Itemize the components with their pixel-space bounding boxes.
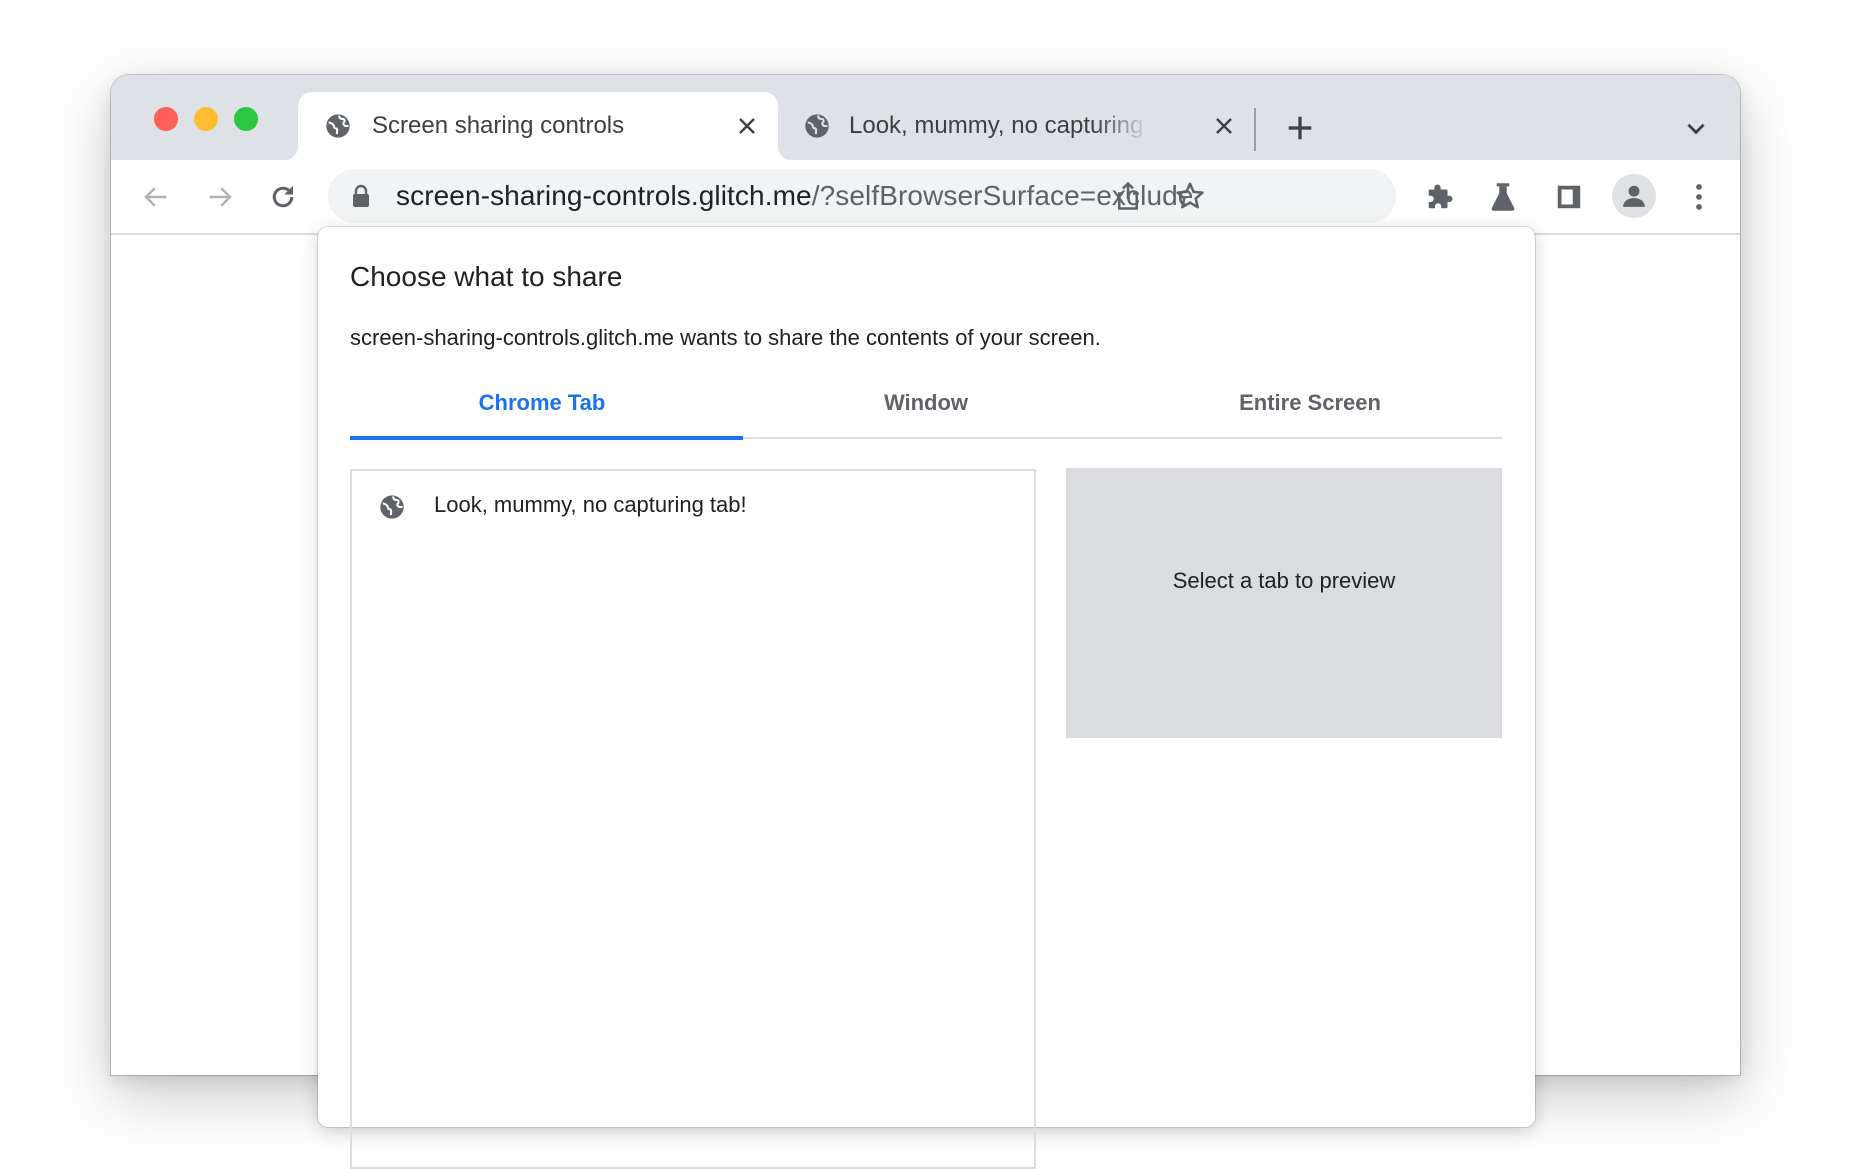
source-label: Look, mummy, no capturing tab!: [434, 492, 747, 517]
address-bar[interactable]: screen-sharing-controls.glitch.me/?selfB…: [328, 169, 1396, 223]
close-window-button[interactable]: [154, 107, 178, 131]
globe-icon: [326, 114, 350, 138]
toolbar: screen-sharing-controls.glitch.me/?selfB…: [111, 160, 1740, 235]
lock-icon[interactable]: [350, 184, 372, 208]
side-panel-icon[interactable]: [1554, 182, 1584, 212]
tab-strip: Screen sharing controls Look, mummy, no …: [111, 75, 1740, 160]
minimize-window-button[interactable]: [194, 107, 218, 131]
profile-button[interactable]: [1612, 174, 1656, 218]
plus-icon[interactable]: [1285, 113, 1315, 143]
close-tab-icon[interactable]: [1212, 114, 1236, 138]
kebab-menu-icon[interactable]: [1684, 182, 1714, 212]
source-list[interactable]: Look, mummy, no capturing tab!: [350, 469, 1036, 1169]
close-tab-icon[interactable]: [735, 114, 759, 138]
zoom-window-button[interactable]: [234, 107, 258, 131]
list-item[interactable]: Look, mummy, no capturing tab!: [352, 471, 1034, 541]
puzzle-icon[interactable]: [1425, 182, 1455, 212]
url-host: screen-sharing-controls.glitch.me: [396, 180, 812, 211]
tab-title: Look, mummy, no capturing tab!: [849, 112, 1149, 139]
globe-icon: [805, 114, 829, 138]
share-picker-dialog: Choose what to share screen-sharing-cont…: [318, 227, 1535, 1169]
star-icon[interactable]: [1174, 180, 1206, 212]
person-icon: [1623, 185, 1645, 207]
tab-title: Screen sharing controls: [372, 112, 625, 139]
chevron-down-icon[interactable]: [1683, 115, 1709, 141]
tab-screen-sharing-controls[interactable]: Screen sharing controls: [284, 92, 792, 160]
share-icon[interactable]: [1113, 181, 1143, 211]
tab-entire-screen[interactable]: Entire Screen: [1118, 379, 1502, 437]
flask-icon[interactable]: [1488, 182, 1518, 212]
tab-chrome-tab[interactable]: Chrome Tab: [350, 379, 743, 440]
globe-icon: [380, 495, 404, 519]
dialog-subtitle: screen-sharing-controls.glitch.me wants …: [350, 325, 1101, 350]
tab-look-mummy[interactable]: Look, mummy, no capturing tab!: [793, 92, 1253, 160]
dialog-title: Choose what to share: [350, 261, 623, 292]
preview-message: Select a tab to preview: [1172, 568, 1396, 593]
tab-window[interactable]: Window: [734, 379, 1118, 437]
reload-icon[interactable]: [268, 182, 298, 212]
url-text[interactable]: screen-sharing-controls.glitch.me/?selfB…: [396, 180, 1193, 212]
arrow-left-icon[interactable]: [141, 182, 171, 212]
tab-separator: [1254, 108, 1256, 151]
arrow-right-icon[interactable]: [205, 182, 235, 212]
preview-area: Select a tab to preview: [1066, 468, 1502, 738]
source-type-tabs: Chrome Tab Window Entire Screen: [350, 379, 1502, 440]
